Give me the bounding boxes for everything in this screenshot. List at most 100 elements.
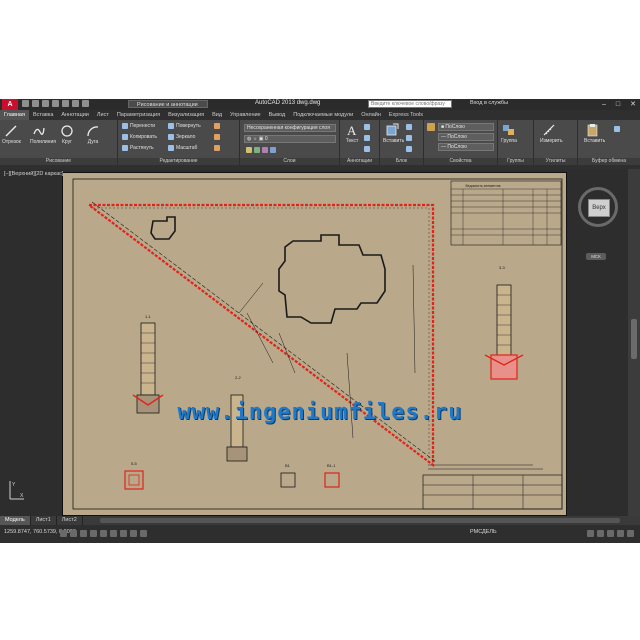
minimize-button[interactable]: – xyxy=(602,99,606,110)
sign-in-link[interactable]: Вход в службы xyxy=(470,100,508,106)
label-section-3-3: 3-3 xyxy=(499,265,506,270)
copy-clip-tool[interactable] xyxy=(614,126,620,132)
create-block-tool[interactable] xyxy=(406,124,412,130)
plot-icon[interactable] xyxy=(62,100,69,107)
color-dropdown[interactable]: ■ ПоСлою xyxy=(438,123,494,131)
open-icon[interactable] xyxy=(32,100,39,107)
svg-text:X: X xyxy=(20,493,24,499)
isolate-objects-icon[interactable] xyxy=(617,530,624,537)
table-icon xyxy=(364,146,370,152)
drawing-sheet: Ведомость элементов 1-1 2-2 3-3 5-5 В1 В… xyxy=(62,172,567,516)
snap-icon[interactable] xyxy=(60,530,67,537)
tab-home[interactable]: Главная xyxy=(0,110,29,120)
viewcube[interactable]: Верх xyxy=(578,187,618,227)
maximize-button[interactable]: □ xyxy=(616,99,620,110)
search-input[interactable]: Введите ключевое слово/фразу xyxy=(368,100,452,108)
tab-express-tools[interactable]: Express Tools xyxy=(385,110,427,120)
annotation-panel-title: Аннотации xyxy=(340,158,379,165)
app-logo-button[interactable]: A xyxy=(2,99,18,110)
workspace-dropdown[interactable]: Рисование и аннотации xyxy=(128,100,208,108)
leader-tool[interactable] xyxy=(364,135,370,141)
linetype-dropdown[interactable]: — ПоСлою xyxy=(438,133,494,141)
wcs-menu[interactable]: МСК xyxy=(586,253,606,260)
tab-sheet2[interactable]: Лист2 xyxy=(57,516,83,525)
move-icon xyxy=(122,123,128,129)
draw-panel-title: Рисование xyxy=(0,158,117,165)
polyline-tool[interactable]: Полилиния xyxy=(30,122,56,145)
tab-output[interactable]: Вывод xyxy=(265,110,290,120)
tab-model[interactable]: Модель xyxy=(0,516,31,525)
undo-icon[interactable] xyxy=(72,100,79,107)
layer-isolate-icon[interactable] xyxy=(262,147,268,153)
move-label: Перенести xyxy=(130,123,156,129)
ducs-icon[interactable] xyxy=(120,530,127,537)
polar-icon[interactable] xyxy=(90,530,97,537)
ortho-icon[interactable] xyxy=(80,530,87,537)
drawing-viewport[interactable]: [–][Верхний][2D каркас] Ведомость элемен… xyxy=(0,169,628,516)
move-tool[interactable]: Перенести xyxy=(122,123,155,129)
match-properties-tool[interactable] xyxy=(427,123,435,131)
paste-tool[interactable]: Вставить xyxy=(584,121,605,144)
tab-render[interactable]: Визуализация xyxy=(164,110,208,120)
array-tool[interactable] xyxy=(214,145,220,151)
insert-block-tool[interactable]: Вставить xyxy=(383,121,404,144)
mirror-tool[interactable]: Зеркало xyxy=(168,134,195,140)
layer-freeze-icon[interactable] xyxy=(270,147,276,153)
tab-manage[interactable]: Управление xyxy=(226,110,265,120)
scale-tool[interactable]: Масштаб xyxy=(168,145,197,151)
tab-plugins[interactable]: Подключаемые модули xyxy=(289,110,357,120)
fillet-tool[interactable] xyxy=(214,134,220,140)
viewport-label[interactable]: [–][Верхний][2D каркас] xyxy=(4,171,63,177)
tab-online[interactable]: Онлайн xyxy=(357,110,385,120)
rotate-tool[interactable]: Повернуть xyxy=(168,123,201,129)
table-tool[interactable] xyxy=(364,146,370,152)
otrack-icon[interactable] xyxy=(110,530,117,537)
arc-tool[interactable]: Дуга xyxy=(84,122,102,145)
layer-dropdown[interactable]: ◍ ☼ ▣ 0 xyxy=(244,135,336,143)
viewcube-top-face[interactable]: Верх xyxy=(588,199,610,217)
edit-block-tool[interactable] xyxy=(406,135,412,141)
tab-layout[interactable]: Лист xyxy=(93,110,113,120)
dyn-icon[interactable] xyxy=(130,530,137,537)
workspace-switch-icon[interactable] xyxy=(597,530,604,537)
tab-parametric[interactable]: Параметризация xyxy=(113,110,164,120)
redo-icon[interactable] xyxy=(82,100,89,107)
elements-table: Ведомость элементов xyxy=(450,180,562,246)
save-icon[interactable] xyxy=(42,100,49,107)
tab-view[interactable]: Вид xyxy=(208,110,226,120)
insert-block-icon xyxy=(386,123,399,136)
section-1-1: 1-1 xyxy=(132,314,164,414)
vertical-scroll-thumb[interactable] xyxy=(631,319,637,359)
section-3-3: 3-3 xyxy=(484,265,524,380)
layer-match-icon[interactable] xyxy=(254,147,260,153)
block-attribute-tool[interactable] xyxy=(406,146,412,152)
close-button[interactable]: ✕ xyxy=(630,99,636,110)
lock-toolbar-icon[interactable] xyxy=(607,530,614,537)
group-tool[interactable]: Группа xyxy=(500,121,518,144)
clean-screen-icon[interactable] xyxy=(627,530,634,537)
model-space-toggle[interactable]: РМСДЕЛЬ xyxy=(470,529,497,535)
tab-insert[interactable]: Вставка xyxy=(29,110,57,120)
osnap-icon[interactable] xyxy=(100,530,107,537)
lweight-icon[interactable] xyxy=(140,530,147,537)
layer-properties-icon[interactable] xyxy=(246,147,252,153)
saveas-icon[interactable] xyxy=(52,100,59,107)
new-icon[interactable] xyxy=(22,100,29,107)
lineweight-dropdown[interactable]: — ПоСлою xyxy=(438,143,494,151)
dimension-tool[interactable] xyxy=(364,124,370,130)
block-attribute-icon xyxy=(406,146,412,152)
stretch-tool[interactable]: Растянуть xyxy=(122,145,154,151)
measure-tool[interactable]: Измерить xyxy=(540,121,563,144)
line-tool[interactable]: Отрезок xyxy=(2,122,21,145)
copy-tool[interactable]: Копировать xyxy=(122,134,157,140)
tab-sheet1[interactable]: Лист1 xyxy=(31,516,57,525)
circle-tool[interactable]: Круг xyxy=(58,122,76,145)
tab-annotate[interactable]: Аннотации xyxy=(57,110,93,120)
text-tool[interactable]: A Текст xyxy=(343,121,361,144)
trim-tool[interactable] xyxy=(214,123,220,129)
horizontal-scrollbar[interactable] xyxy=(100,518,620,523)
grid-icon[interactable] xyxy=(70,530,77,537)
vertical-scrollbar[interactable] xyxy=(628,169,640,516)
layer-state-dropdown[interactable]: Несохраненная конфигурация слоя xyxy=(244,124,336,132)
annotation-scale-icon[interactable] xyxy=(587,530,594,537)
